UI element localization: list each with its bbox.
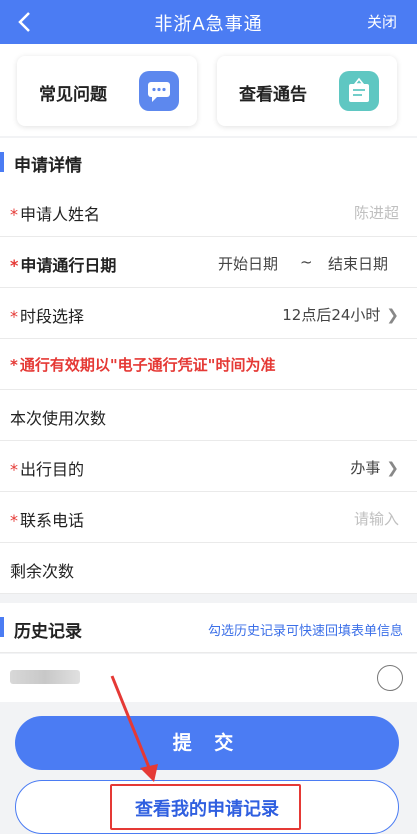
validity-notice-row: * 通行有效期以"电子通行凭证"时间为准 — [0, 339, 417, 390]
app-header: 非浙A急事通 关闭 — [0, 0, 417, 44]
applicant-name-input[interactable]: 陈进超 — [354, 202, 399, 223]
notice-card-label: 查看通告 — [239, 85, 307, 105]
section-accent-bar — [0, 617, 4, 637]
usage-count-label: 本次使用次数 — [10, 409, 107, 428]
details-section-header: 申请详情 — [0, 138, 417, 186]
remaining-count-label: 剩余次数 — [10, 562, 75, 581]
redacted-record-text — [10, 670, 80, 684]
section-accent-bar — [0, 152, 4, 172]
faq-card-label: 常见问题 — [39, 85, 107, 105]
faq-card[interactable]: 常见问题 — [17, 56, 197, 126]
phone-input[interactable]: 请输入 — [354, 508, 399, 529]
page-title: 非浙A急事通 — [154, 14, 263, 35]
close-button[interactable]: 关闭 — [367, 11, 397, 32]
time-slot-label: * 时段选择 — [10, 307, 85, 326]
remaining-count-row: 剩余次数 — [0, 543, 417, 594]
history-hint: 勾选历史记录可快速回填表单信息 — [207, 624, 403, 639]
travel-date-label: * 申请通行日期 — [10, 256, 117, 275]
usage-count-row: 本次使用次数 — [0, 390, 417, 441]
notice-card[interactable]: 查看通告 — [217, 56, 397, 126]
purpose-row[interactable]: * 出行目的 办事 ❯ — [0, 441, 417, 492]
red-arrow-annotation — [110, 675, 158, 782]
applicant-name-label: * 申请人姓名 — [10, 205, 101, 224]
applicant-name-row[interactable]: * 申请人姓名 陈进超 — [0, 186, 417, 237]
details-section-title: 申请详情 — [14, 156, 82, 176]
notice-board-icon — [339, 71, 379, 111]
time-slot-value: 12点后24小时 ❯ — [282, 306, 399, 324]
start-date-field[interactable]: 开始日期 — [218, 253, 278, 274]
submit-button[interactable]: 提 交 — [15, 716, 399, 770]
travel-date-row: * 申请通行日期 开始日期 ~ 结束日期 — [0, 237, 417, 288]
history-section-title: 历史记录 — [14, 622, 82, 642]
highlight-box-annotation — [110, 784, 301, 830]
purpose-value: 办事 ❯ — [350, 459, 399, 477]
date-separator: ~ — [300, 253, 313, 271]
history-record-item[interactable] — [0, 654, 417, 702]
record-radio-button[interactable] — [377, 665, 403, 691]
purpose-label: * 出行目的 — [10, 460, 85, 479]
phone-label: * 联系电话 — [10, 511, 85, 530]
phone-row[interactable]: * 联系电话 请输入 — [0, 492, 417, 543]
faq-chat-icon — [139, 71, 179, 111]
history-section-header: 历史记录 勾选历史记录可快速回填表单信息 — [0, 603, 417, 653]
time-slot-row[interactable]: * 时段选择 12点后24小时 ❯ — [0, 288, 417, 339]
chevron-right-icon: ❯ — [386, 306, 399, 324]
end-date-field[interactable]: 结束日期 — [328, 253, 388, 274]
chevron-right-icon: ❯ — [386, 459, 399, 477]
validity-notice-text: * 通行有效期以"电子通行凭证"时间为准 — [10, 356, 276, 374]
shortcut-cards: 常见问题 查看通告 — [0, 44, 417, 136]
